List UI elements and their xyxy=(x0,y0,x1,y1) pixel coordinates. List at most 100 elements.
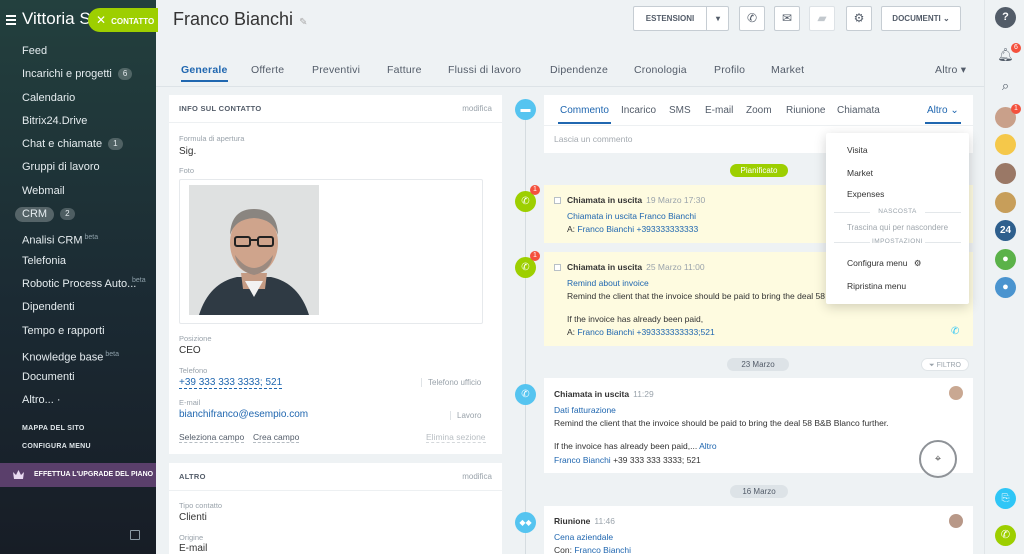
menu-item-expenses[interactable]: Expenses xyxy=(847,189,884,199)
documents-button[interactable]: DOCUMENTI ⌄ xyxy=(881,6,961,31)
user-icon[interactable]: ● xyxy=(995,277,1016,298)
tab-offers[interactable]: Offerte xyxy=(251,64,284,76)
edit-link[interactable]: modifica xyxy=(462,463,492,491)
tab-quotes[interactable]: Preventivi xyxy=(312,64,360,76)
settings-button[interactable]: ⚙ xyxy=(846,6,872,31)
tab-more[interactable]: Altro ▾ xyxy=(935,64,966,76)
create-field-link[interactable]: Crea campo xyxy=(253,432,300,443)
origin-value[interactable]: E-mail xyxy=(179,543,207,554)
user-group-icon[interactable]: ● xyxy=(995,249,1016,270)
salutation-value[interactable]: Sig. xyxy=(179,146,196,157)
configure-menu-link[interactable]: CONFIGURA MENU xyxy=(0,443,156,450)
tab-general[interactable]: Generale xyxy=(181,64,228,82)
select-field-link[interactable]: Seleziona campo xyxy=(179,432,245,443)
sidebar-item-label: Feed xyxy=(22,45,48,57)
tab-invoices[interactable]: Fatture xyxy=(387,64,422,76)
site-map-link[interactable]: MAPPA DEL SITO xyxy=(0,425,156,432)
composer-tab-sms[interactable]: SMS xyxy=(669,105,691,116)
composer-tab-email[interactable]: E-mail xyxy=(705,105,733,116)
edit-link[interactable]: modifica xyxy=(462,95,492,123)
sidebar-item-drive[interactable]: Bitrix24.Drive xyxy=(0,110,156,133)
composer-tab-meeting[interactable]: Riunione xyxy=(786,105,825,116)
recipient-name[interactable]: Franco Bianchi xyxy=(577,327,634,337)
composer-tab-call[interactable]: Chiamata xyxy=(837,105,880,116)
avatar[interactable] xyxy=(995,163,1016,184)
phone-icon[interactable]: ✆ xyxy=(995,525,1016,546)
sidebar-item-more[interactable]: Altro... · xyxy=(0,389,156,412)
menu-item-reset[interactable]: Ripristina menu xyxy=(847,281,906,291)
sidebar-item-webmail[interactable]: Webmail xyxy=(0,180,156,203)
envelope-icon: ✉ xyxy=(781,11,793,25)
call-button[interactable]: ✆ xyxy=(739,6,765,31)
recipient-phone[interactable]: +393333333333;521 xyxy=(636,327,714,337)
sidebar-item-crm[interactable]: CRM 2 xyxy=(0,203,156,226)
search-icon[interactable]: ⌕ xyxy=(995,75,1016,96)
position-value[interactable]: CEO xyxy=(179,345,201,356)
sidebar-item-crm-analytics[interactable]: Analisi CRM beta xyxy=(0,226,156,249)
bitrix24-icon[interactable]: 24 xyxy=(995,220,1016,241)
activity-badge: 1 xyxy=(530,185,540,195)
tab-market[interactable]: Market xyxy=(771,64,804,76)
activity-subject[interactable]: Remind about invoice xyxy=(567,278,649,288)
complete-checkbox[interactable] xyxy=(554,264,561,271)
recipient-name[interactable]: Franco Bianchi xyxy=(574,545,631,554)
printer-icon[interactable] xyxy=(130,530,140,540)
sidebar-item-feed[interactable]: Feed xyxy=(0,40,156,63)
email-link[interactable]: bianchifranco@esempio.com xyxy=(179,409,308,420)
contact-button[interactable]: ✕ CONTATTO xyxy=(88,8,158,32)
chevron-down-icon[interactable]: ▾ xyxy=(708,7,728,30)
composer-tab-more[interactable]: Altro ⌄ xyxy=(925,105,961,124)
filter-button[interactable]: ⏷ FILTRO xyxy=(921,358,969,371)
chat-button[interactable]: ▰ xyxy=(809,6,835,31)
tab-workflows[interactable]: Flussi di lavoro xyxy=(448,64,521,76)
sidebar-item-time-reports[interactable]: Tempo e rapporti xyxy=(0,320,156,343)
recipient-name[interactable]: Franco Bianchi xyxy=(577,224,634,234)
pin-icon[interactable]: ⌖ xyxy=(919,440,957,478)
portal-name[interactable]: Vittoria S xyxy=(6,9,91,29)
sidebar-item-chat[interactable]: Chat e chiamate 1 xyxy=(0,133,156,156)
sidebar-item-rpa[interactable]: Robotic Process Auto... beta xyxy=(0,273,156,296)
sidebar-item-workgroups[interactable]: Gruppi di lavoro xyxy=(0,156,156,179)
user-avatar[interactable] xyxy=(949,514,963,528)
open-lines-icon[interactable]: ⎘ xyxy=(995,488,1016,509)
contact-type-value[interactable]: Clienti xyxy=(179,512,207,523)
email-button[interactable]: ✉ xyxy=(774,6,800,31)
sidebar-item-employees[interactable]: Dipendenti xyxy=(0,296,156,319)
sidebar-item-label: Incarichi e progetti xyxy=(22,68,112,81)
tab-history[interactable]: Cronologia xyxy=(634,64,687,76)
tab-profile[interactable]: Profilo xyxy=(714,64,745,76)
sidebar-item-documents[interactable]: Documenti xyxy=(0,366,156,389)
activity-subject[interactable]: Cena aziendale xyxy=(554,532,613,542)
comment-input[interactable]: Lascia un commento xyxy=(554,134,632,144)
upgrade-plan-button[interactable]: EFFETTUA L'UPGRADE DEL PIANO xyxy=(0,463,156,487)
extensions-button[interactable]: ESTENSIONI ▾ xyxy=(633,6,729,31)
phone-call-icon[interactable]: ✆ xyxy=(951,326,959,337)
menu-item-configure[interactable]: Configura menu ⚙ xyxy=(847,258,921,269)
sidebar-item-tasks[interactable]: Incarichi e progetti 6 xyxy=(0,63,156,86)
composer-tab-task[interactable]: Incarico xyxy=(621,105,656,116)
close-icon[interactable]: ✕ xyxy=(96,13,106,27)
recipient-name[interactable]: Franco Bianchi xyxy=(554,455,611,465)
composer-tab-comment[interactable]: Commento xyxy=(558,105,611,124)
help-icon[interactable]: ? xyxy=(995,7,1016,28)
activity-subject[interactable]: Chiamata in uscita Franco Bianchi xyxy=(567,211,696,221)
user-avatar[interactable] xyxy=(949,386,963,400)
composer-tab-zoom[interactable]: Zoom xyxy=(746,105,772,116)
avatar[interactable] xyxy=(995,134,1016,155)
phone-link[interactable]: +39 333 333 3333; 521 xyxy=(179,377,283,389)
contact-photo[interactable] xyxy=(189,185,319,315)
more-link[interactable]: Altro xyxy=(699,441,716,451)
menu-item-market[interactable]: Market xyxy=(847,168,873,178)
recipient-phone[interactable]: +393333333333 xyxy=(636,224,698,234)
edit-pencil-icon[interactable]: ✎ xyxy=(299,17,307,28)
menu-icon[interactable] xyxy=(6,13,16,27)
delete-section-link[interactable]: Elimina sezione xyxy=(426,432,486,443)
tab-dependencies[interactable]: Dipendenze xyxy=(550,64,608,76)
activity-subject[interactable]: Dati fatturazione xyxy=(554,405,616,415)
complete-checkbox[interactable] xyxy=(554,197,561,204)
menu-item-visit[interactable]: Visita xyxy=(847,145,868,155)
sidebar-item-calendar[interactable]: Calendario xyxy=(0,87,156,110)
avatar[interactable] xyxy=(995,192,1016,213)
sidebar-item-knowledge-base[interactable]: Knowledge base beta xyxy=(0,343,156,366)
tabs-divider xyxy=(156,86,984,87)
